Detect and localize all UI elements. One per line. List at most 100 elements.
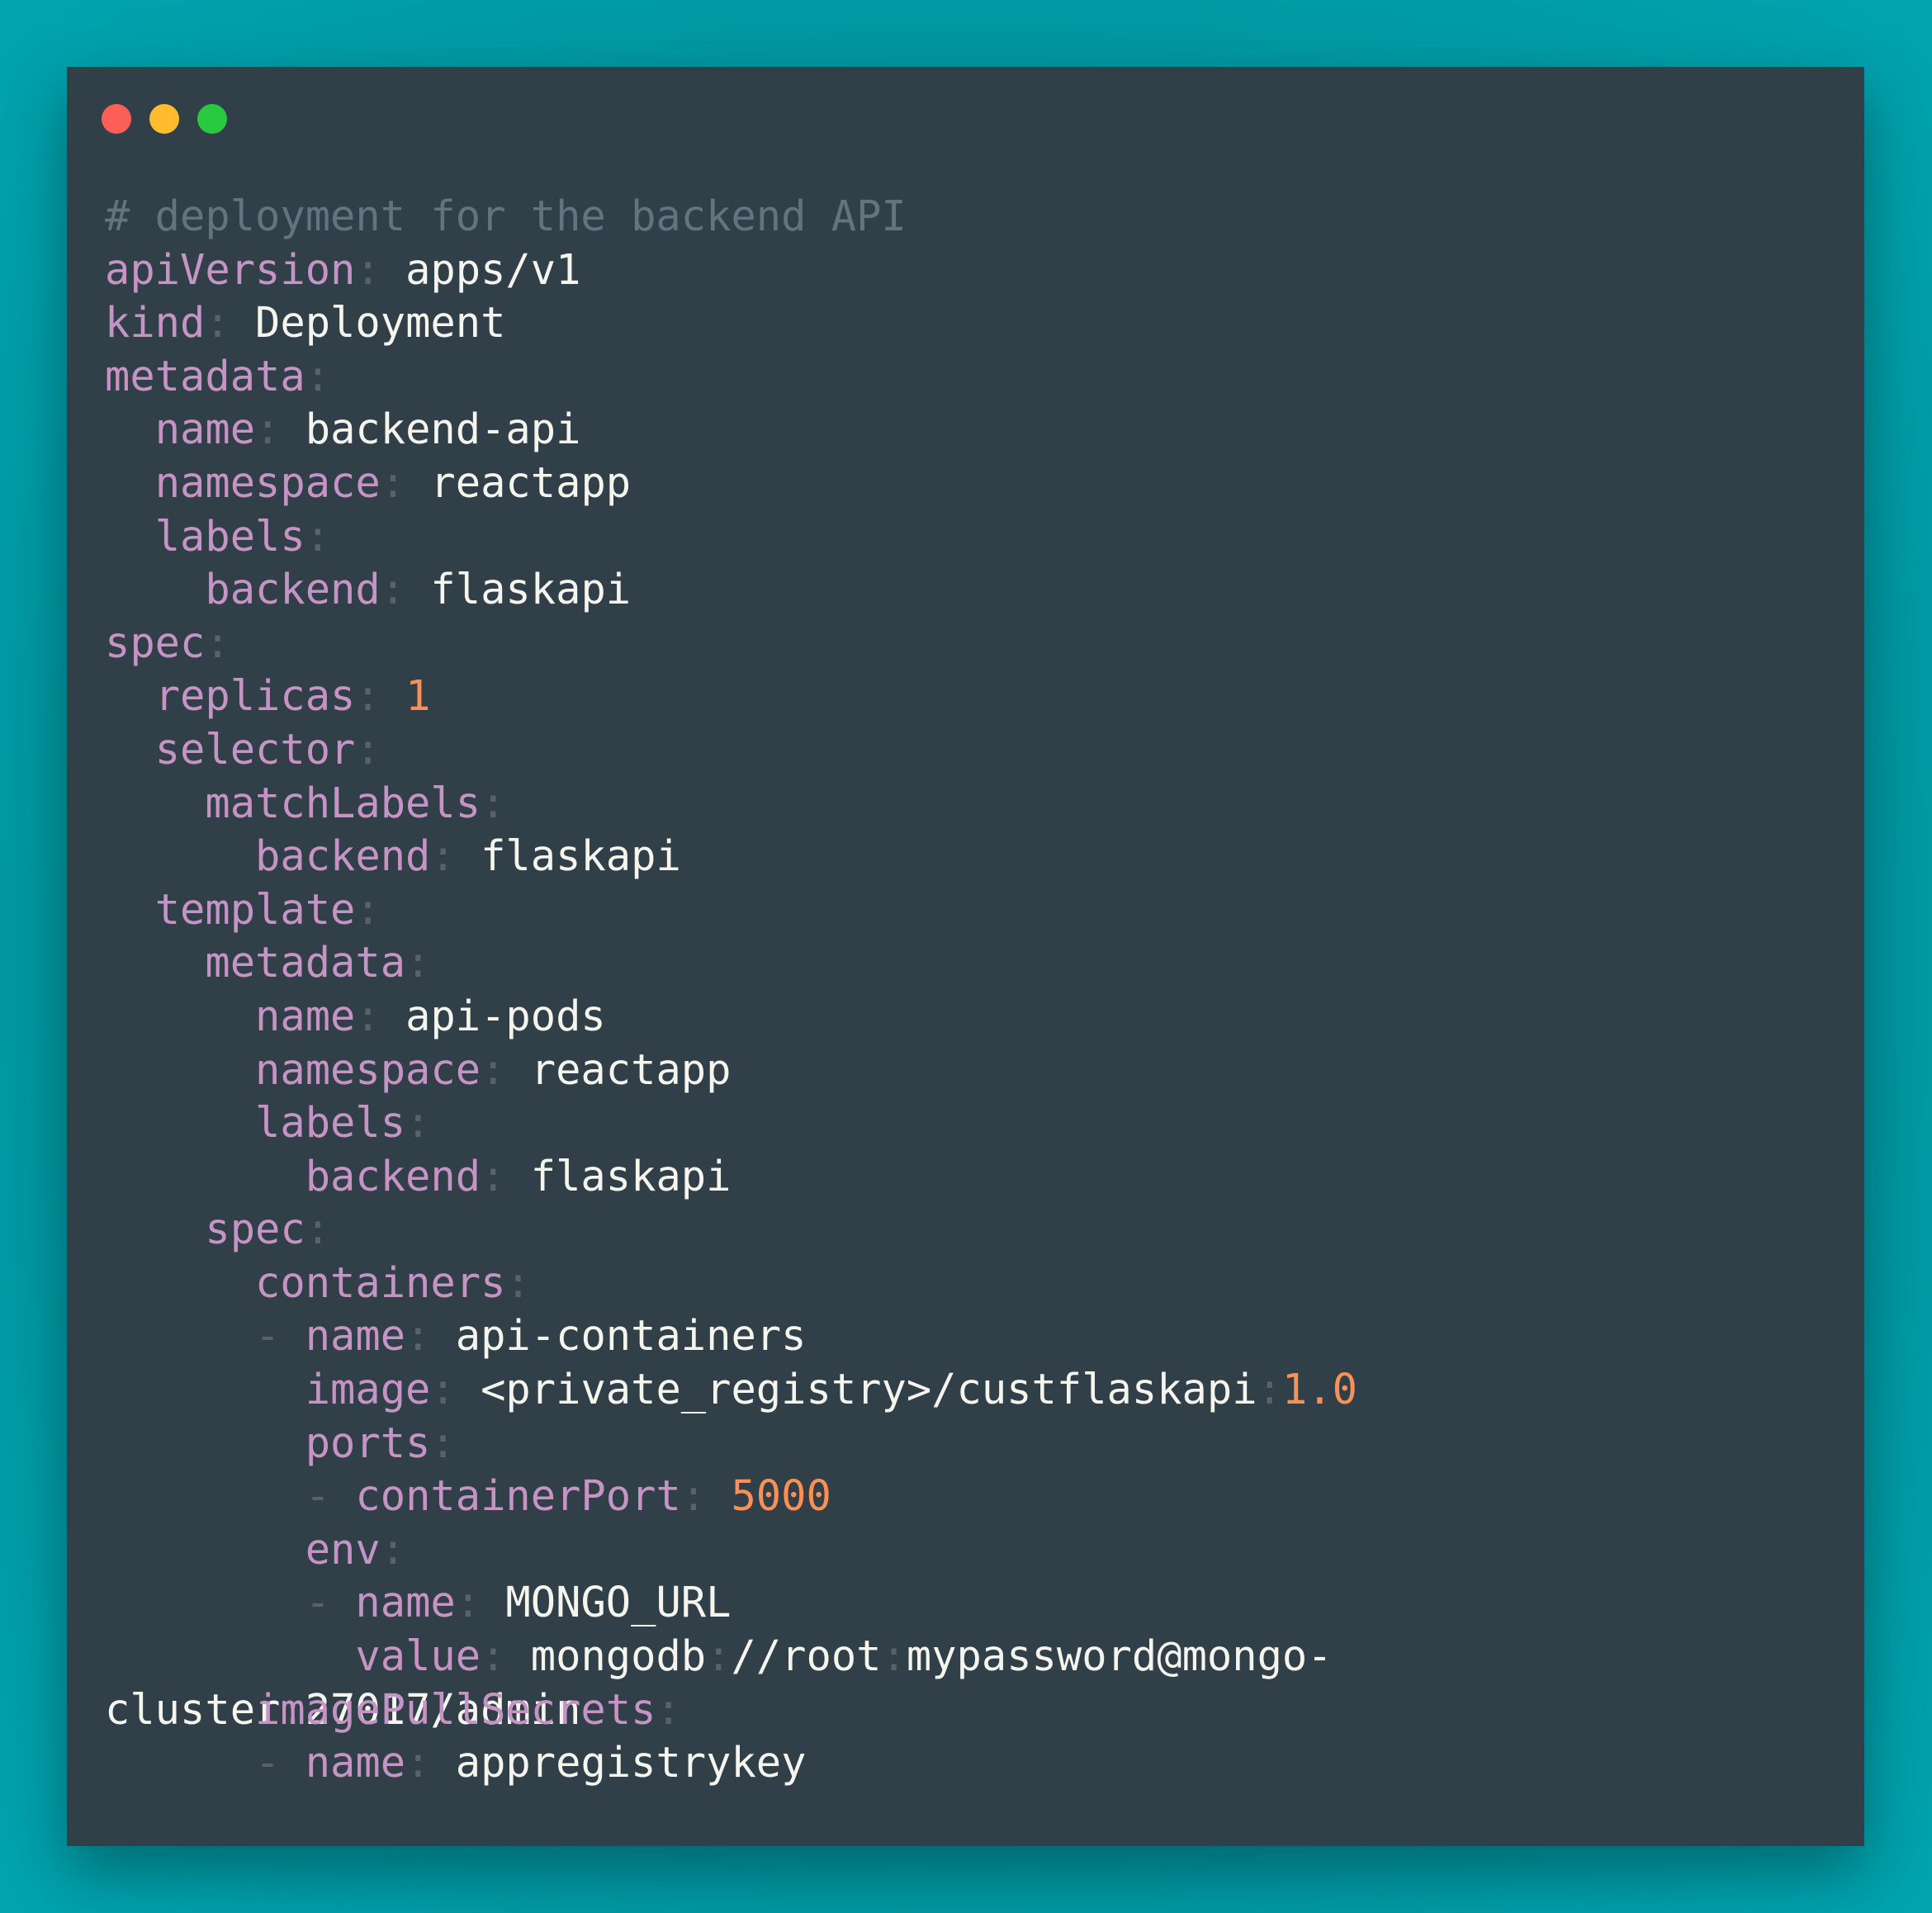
yaml-value: api-pods	[380, 991, 606, 1040]
yaml-value: //root	[731, 1631, 882, 1681]
yaml-key: matchLabels	[205, 778, 481, 827]
yaml-value: MONGO_URL	[481, 1578, 732, 1627]
code-line: replicas: 1	[105, 670, 1357, 723]
yaml-key: spec	[205, 1205, 305, 1254]
yaml-punctuation: :	[355, 991, 381, 1040]
code-line: name: backend-api	[105, 403, 1357, 457]
yaml-value	[105, 1685, 255, 1734]
yaml-punctuation: -	[255, 1738, 281, 1788]
code-block: # deployment for the backend API apiVersi…	[105, 190, 1357, 1790]
yaml-value	[105, 1152, 305, 1200]
yaml-key: containers	[255, 1257, 506, 1307]
code-line: - name: api-containers	[105, 1309, 1357, 1363]
yaml-value: backend-api	[280, 405, 581, 454]
maximize-window-button[interactable]	[197, 104, 227, 134]
yaml-key: image	[305, 1365, 431, 1414]
yaml-punctuation: :	[706, 1631, 732, 1681]
yaml-punctuation: :	[430, 1418, 456, 1467]
yaml-value	[105, 1578, 305, 1627]
yaml-key: namespace	[154, 457, 381, 507]
code-line: name: api-pods	[105, 990, 1357, 1044]
code-line: metadata:	[105, 936, 1357, 990]
yaml-value	[105, 405, 155, 453]
yaml-punctuation: :	[205, 298, 230, 348]
yaml-value: flaskapi	[505, 1151, 732, 1200]
code-line: namespace: reactapp	[105, 1044, 1357, 1097]
yaml-value: mypassword@mongo-	[906, 1631, 1333, 1681]
yaml-key: backend	[205, 565, 381, 614]
yaml-value	[280, 1738, 305, 1787]
yaml-value	[105, 725, 155, 774]
yaml-value: reactapp	[405, 457, 632, 507]
yaml-comment: # deployment for the backend API	[105, 192, 907, 240]
code-line: cluster:27017/admin imagePullSecrets:	[105, 1683, 1357, 1737]
yaml-punctuation: :	[355, 244, 381, 294]
yaml-punctuation: :	[380, 457, 406, 507]
yaml-punctuation: -	[305, 1471, 331, 1521]
yaml-punctuation: :	[380, 1524, 406, 1574]
yaml-value	[105, 458, 155, 507]
yaml-value	[105, 1258, 255, 1307]
yaml-key: name	[255, 991, 356, 1040]
yaml-key: selector	[154, 724, 356, 774]
yaml-key: namespace	[255, 1044, 481, 1094]
yaml-value	[105, 512, 155, 561]
yaml-value: <private_registry>/custflaskapi	[455, 1365, 1257, 1414]
yaml-key: metadata	[105, 351, 305, 400]
yaml-key: name	[355, 1578, 456, 1627]
yaml-punctuation: :	[430, 1365, 456, 1414]
code-line: labels:	[105, 1096, 1357, 1150]
yaml-punctuation: :	[405, 1098, 431, 1148]
yaml-punctuation: :	[355, 884, 381, 934]
code-line: spec:	[105, 1203, 1357, 1257]
yaml-punctuation: :	[305, 1205, 331, 1254]
yaml-key: imagePullSecrets	[255, 1684, 656, 1734]
yaml-value	[105, 1525, 305, 1574]
yaml-key: backend	[255, 831, 431, 881]
yaml-punctuation: :	[1257, 1365, 1282, 1414]
yaml-punctuation: :	[355, 724, 381, 774]
yaml-punctuation: :	[430, 831, 456, 881]
code-line: spec:	[105, 617, 1357, 670]
yaml-punctuation: :	[481, 1044, 506, 1094]
yaml-value	[105, 671, 155, 720]
code-line: template:	[105, 883, 1357, 937]
minimize-window-button[interactable]	[149, 104, 179, 134]
code-line: ports:	[105, 1417, 1357, 1470]
yaml-key: containerPort	[355, 1471, 681, 1521]
yaml-value	[105, 779, 205, 827]
yaml-key: value	[355, 1631, 481, 1681]
yaml-key: spec	[105, 618, 206, 667]
yaml-number: 5000	[731, 1471, 831, 1521]
yaml-value	[105, 992, 255, 1040]
yaml-value	[381, 671, 405, 720]
yaml-value	[105, 1738, 255, 1787]
yaml-punctuation: :	[680, 1471, 707, 1521]
yaml-punctuation: :	[205, 618, 230, 667]
code-line: # deployment for the backend API	[105, 190, 1357, 244]
code-line: selector:	[105, 723, 1357, 777]
yaml-punctuation: :	[656, 1684, 681, 1734]
code-line: value: mongodb://root:mypassword@mongo-	[105, 1630, 1357, 1683]
yaml-value	[105, 1418, 305, 1467]
yaml-value: flaskapi	[455, 831, 681, 881]
yaml-value: api-containers	[430, 1311, 807, 1361]
yaml-key: name	[154, 405, 256, 454]
yaml-punctuation: :	[405, 1738, 431, 1788]
yaml-value: flaskapi	[405, 565, 632, 614]
yaml-punctuation: :	[505, 1257, 531, 1307]
yaml-value	[105, 1471, 305, 1520]
code-line: - name: appregistrykey	[105, 1736, 1357, 1790]
yaml-punctuation: -	[255, 1311, 281, 1361]
code-line: metadata:	[105, 350, 1357, 404]
yaml-punctuation: -	[305, 1578, 331, 1627]
yaml-key: backend	[305, 1151, 481, 1200]
close-window-button[interactable]	[102, 104, 131, 134]
yaml-punctuation: :	[455, 1578, 481, 1627]
yaml-value: appregistrykey	[430, 1738, 807, 1788]
code-line: image: <private_registry>/custflaskapi:1…	[105, 1363, 1357, 1417]
yaml-key: replicas	[154, 671, 356, 721]
yaml-value	[105, 565, 205, 613]
yaml-punctuation: :	[405, 938, 431, 987]
yaml-value	[105, 1631, 355, 1680]
